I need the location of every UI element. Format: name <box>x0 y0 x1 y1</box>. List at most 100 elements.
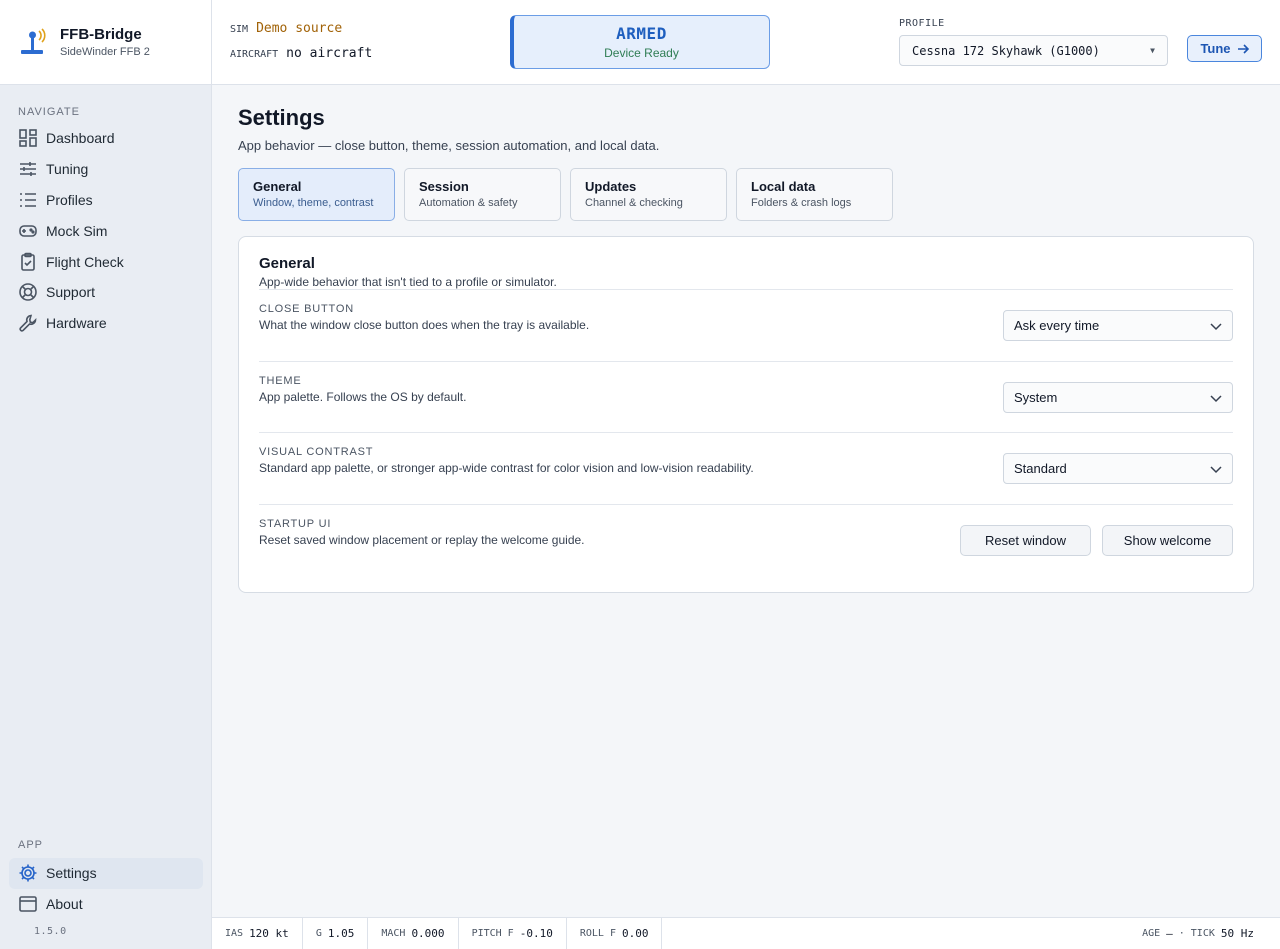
theme-select[interactable]: System <box>1003 381 1233 413</box>
stat-value: -0.10 <box>519 927 553 940</box>
sidebar-item-label: About <box>46 896 83 913</box>
profile-select[interactable]: Cessna 172 Skyhawk (G1000) ▼ <box>899 35 1168 66</box>
caret-down-icon: ▼ <box>1150 46 1155 55</box>
show-welcome-button[interactable]: Show welcome <box>1102 524 1233 556</box>
sidebar-item-label: Tuning <box>46 161 89 178</box>
tab-subtitle: Window, theme, contrast <box>253 197 374 209</box>
sidebar-item-profiles[interactable]: Profiles <box>0 185 211 216</box>
aircraft-value: no aircraft <box>286 46 373 61</box>
top-bar: SIM Demo source AIRCRAFT no aircraft ARM… <box>212 0 1280 85</box>
setting-row-theme: THEME App palette. Follows the OS by def… <box>259 360 1233 433</box>
stat-pitch-force: PITCH F -0.10 <box>459 917 567 949</box>
tune-label: Tune <box>1200 41 1231 56</box>
sidebar-item-mock-sim[interactable]: Mock Sim <box>0 215 211 246</box>
sidebar-item-label: Mock Sim <box>46 222 108 239</box>
setting-label: STARTUP UI <box>259 517 332 530</box>
stat-key: IAS <box>225 928 244 939</box>
stat-value: 120 kt <box>249 927 289 940</box>
stat-key: MACH <box>381 928 406 939</box>
select-value: System <box>1014 389 1058 405</box>
lifebuoy-icon <box>19 283 37 302</box>
sliders-icon <box>20 162 36 177</box>
close-button-select[interactable]: Ask every time <box>1003 310 1233 341</box>
main-content: Settings App behavior — close button, th… <box>238 85 1254 593</box>
sidebar-item-label: Hardware <box>46 315 107 332</box>
card-subtitle: App-wide behavior that isn't tied to a p… <box>259 275 557 289</box>
dashboard-icon <box>19 129 37 148</box>
tab-title: Local data <box>751 179 816 194</box>
arm-status-panel[interactable]: ARMED Device Ready <box>510 15 770 69</box>
tick-key: TICK <box>1190 928 1215 939</box>
aircraft-key: AIRCRAFT <box>230 49 279 60</box>
sidebar-item-label: Dashboard <box>46 130 115 147</box>
tick-value: 50 Hz <box>1220 927 1254 940</box>
app-section-label: APP <box>18 839 44 851</box>
tab-general[interactable]: General Window, theme, contrast <box>238 168 395 221</box>
joystick-logo-icon <box>21 28 46 54</box>
nav-section-label: NAVIGATE <box>18 106 80 118</box>
sidebar-item-dashboard[interactable]: Dashboard <box>0 123 211 154</box>
sidebar-item-flight-check[interactable]: Flight Check <box>0 246 211 277</box>
stat-value: 0.00 <box>621 927 649 940</box>
sidebar-item-about[interactable]: About <box>0 889 212 920</box>
settings-tabs: General Window, theme, contrast Session … <box>238 168 1254 221</box>
stat-ias: IAS 120 kt <box>212 917 303 949</box>
chevron-down-icon <box>1210 466 1222 474</box>
window-icon <box>19 896 37 912</box>
setting-label: CLOSE BUTTON <box>259 303 354 315</box>
sim-value: Demo source <box>256 21 343 36</box>
general-settings-card: General App-wide behavior that isn't tie… <box>238 236 1254 593</box>
chevron-down-icon <box>1210 323 1222 331</box>
stat-key: ROLL F <box>579 928 616 939</box>
sidebar-item-tuning[interactable]: Tuning <box>0 154 211 185</box>
tab-updates[interactable]: Updates Channel & checking <box>570 168 727 221</box>
page-subtitle: App behavior — close button, theme, sess… <box>238 138 660 153</box>
telemetry-status-bar: IAS 120 kt G 1.05 MACH 0.000 PITCH F -0.… <box>212 917 1280 949</box>
card-title: General <box>259 255 315 272</box>
setting-row-startup-ui: STARTUP UI Reset saved window placement … <box>259 503 1233 576</box>
contrast-select[interactable]: Standard <box>1003 453 1233 484</box>
sidebar-item-label: Settings <box>46 865 97 882</box>
setting-row-close-button: CLOSE BUTTON What the window close butto… <box>259 289 1233 361</box>
sidebar-item-hardware[interactable]: Hardware <box>0 308 211 339</box>
chevron-down-icon <box>1210 394 1222 402</box>
tab-title: Session <box>419 179 469 194</box>
stat-key: G <box>315 928 322 939</box>
stat-mach: MACH 0.000 <box>368 917 459 949</box>
setting-description: App palette. Follows the OS by default. <box>259 389 467 404</box>
stat-value: 0.000 <box>411 927 445 940</box>
sim-key: SIM <box>230 24 249 35</box>
tab-local-data[interactable]: Local data Folders & crash logs <box>736 168 893 221</box>
setting-description: What the window close button does when t… <box>259 318 590 332</box>
stat-g: G 1.05 <box>303 917 369 949</box>
gear-icon <box>19 864 37 882</box>
device-name: SideWinder FFB 2 <box>60 46 150 58</box>
arrow-right-icon <box>1237 43 1249 54</box>
sidebar-item-settings[interactable]: Settings <box>9 858 203 889</box>
list-icon <box>20 193 36 207</box>
tune-button[interactable]: Tune <box>1187 35 1262 62</box>
sidebar-item-label: Flight Check <box>46 253 124 270</box>
profile-label: PROFILE <box>899 18 945 29</box>
arm-status-title: ARMED <box>616 24 667 43</box>
tab-title: General <box>253 179 302 194</box>
sidebar-item-label: Profiles <box>46 191 93 208</box>
app-version: 1.5.0 <box>34 925 67 937</box>
clipboard-check-icon <box>21 252 35 271</box>
aircraft-info: AIRCRAFT no aircraft <box>230 46 372 61</box>
sidebar-item-support[interactable]: Support <box>0 277 211 308</box>
age-value: — <box>1166 927 1173 940</box>
tab-session[interactable]: Session Automation & safety <box>404 168 561 221</box>
sidebar-item-label: Support <box>46 284 96 301</box>
reset-window-button[interactable]: Reset window <box>960 524 1091 556</box>
setting-description: Reset saved window placement or replay t… <box>259 532 585 547</box>
sim-source: SIM Demo source <box>230 21 342 36</box>
setting-row-visual-contrast: VISUAL CONTRAST Standard app palette, or… <box>259 432 1233 504</box>
setting-description: Standard app palette, or stronger app-wi… <box>259 461 754 475</box>
page-title: Settings <box>238 105 325 130</box>
stat-key: PITCH F <box>471 928 514 939</box>
tab-title: Updates <box>585 179 637 194</box>
stat-roll-force: ROLL F 0.00 <box>567 917 663 949</box>
stat-value: 1.05 <box>327 927 355 940</box>
select-value: Ask every time <box>1014 318 1100 333</box>
